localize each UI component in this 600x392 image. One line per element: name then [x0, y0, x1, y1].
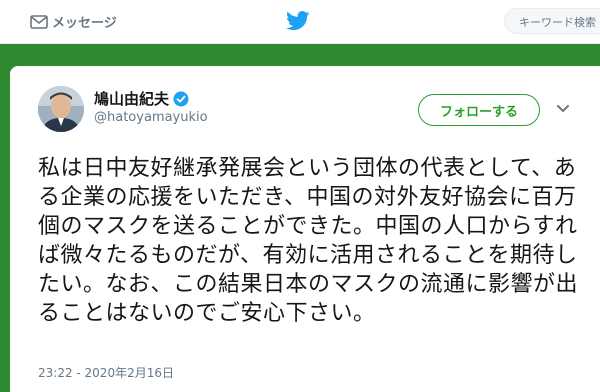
- chevron-down-icon[interactable]: [556, 104, 570, 114]
- follow-button[interactable]: フォローする: [418, 94, 540, 126]
- tweet-timestamp[interactable]: 23:22 - 2020年2月16日: [38, 364, 174, 381]
- avatar[interactable]: [38, 86, 84, 132]
- envelope-icon: [30, 14, 48, 29]
- avatar-portrait-icon: [38, 86, 84, 132]
- twitter-bird-icon[interactable]: [286, 11, 310, 31]
- user-handle[interactable]: @hatoyamayukio: [94, 110, 208, 125]
- messages-label: メッセージ: [52, 16, 117, 31]
- display-name[interactable]: 鳩山由紀夫: [94, 88, 189, 109]
- messages-nav[interactable]: メッセージ: [30, 12, 117, 31]
- tweet-card: 鳩山由紀夫 @hatoyamayukio フォローする 私は日中友好継承発展会と…: [10, 66, 600, 392]
- search-input[interactable]: キーワード検索: [504, 8, 600, 34]
- tweet-text: 私は日中友好継承発展会という団体の代表として、ある企業の応援をいただき、中国の対…: [38, 156, 579, 326]
- verified-badge-icon: [173, 91, 189, 106]
- top-navigation-bar: メッセージ キーワード検索: [0, 0, 600, 44]
- display-name-text: 鳩山由紀夫: [94, 90, 170, 108]
